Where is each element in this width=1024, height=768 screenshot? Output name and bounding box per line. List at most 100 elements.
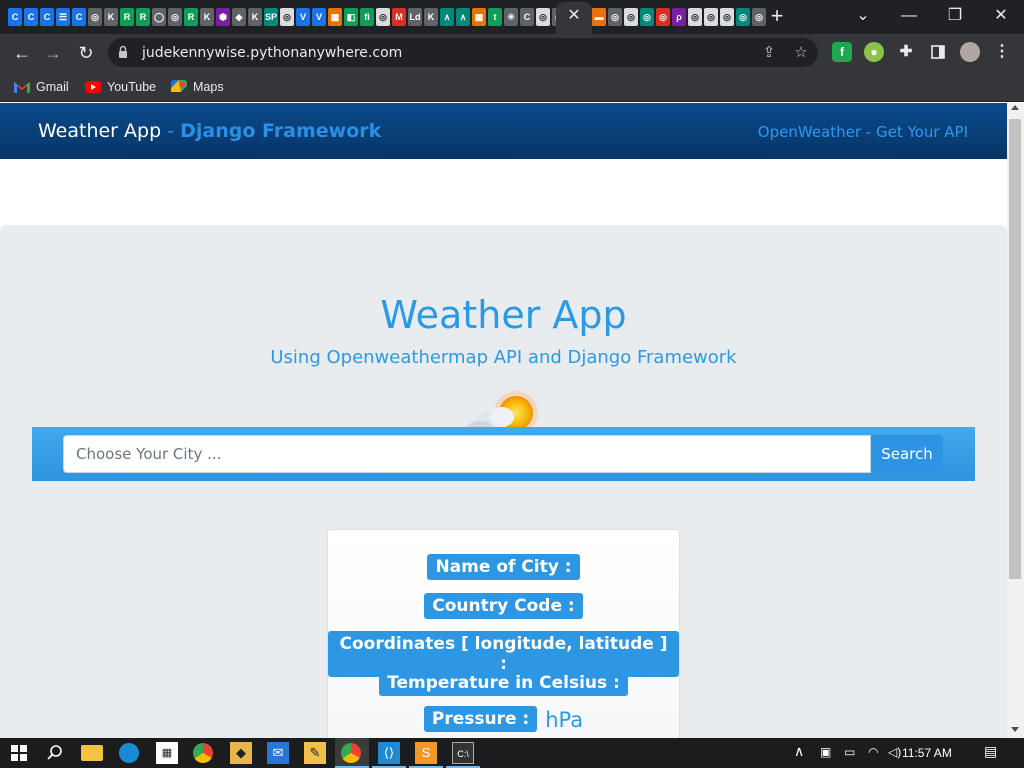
brand-link[interactable]: Weather App - Django Framework [38, 120, 381, 142]
restore-button[interactable]: ❐ [942, 4, 968, 28]
bookmark-star-icon[interactable]: ☆ [790, 42, 812, 64]
tab-favicon-icon[interactable]: K [104, 8, 118, 26]
extension-bulb-icon[interactable]: ● [864, 42, 884, 62]
tab-favicon-icon[interactable]: V [296, 8, 310, 26]
tab-favicon-icon[interactable]: ▬ [592, 8, 606, 26]
tab-favicon-icon[interactable]: ◎ [280, 8, 294, 26]
tab-favicon-icon[interactable]: M [392, 8, 406, 26]
page-scrollbar[interactable] [1007, 103, 1024, 738]
tab-favicon-icon[interactable]: ▦ [328, 8, 342, 26]
tab-favicon-icon[interactable]: C [72, 8, 86, 26]
tab-favicon-icon[interactable]: t [488, 8, 502, 26]
window-close-button[interactable]: ✕ [988, 4, 1014, 28]
sublime-icon[interactable]: S [415, 742, 437, 764]
tab-favicon-icon[interactable]: C [24, 8, 38, 26]
git-icon[interactable]: ◆ [230, 742, 252, 764]
tab-favicon-icon[interactable]: ◎ [376, 8, 390, 26]
tab-favicon-icon[interactable]: ◎ [736, 8, 750, 26]
scroll-thumb[interactable] [1009, 119, 1021, 579]
search-icon[interactable] [44, 742, 66, 764]
tab-favicon-icon[interactable]: ◧ [344, 8, 358, 26]
mail-icon[interactable]: ✉ [267, 742, 289, 764]
close-tab-icon[interactable]: ✕ [566, 6, 582, 26]
bookmark-maps[interactable]: Maps [171, 78, 224, 96]
minimize-button[interactable]: — [896, 4, 922, 28]
scroll-down-arrow-icon[interactable] [1011, 727, 1019, 732]
tab-favicon-icon[interactable]: ◎ [536, 8, 550, 26]
system-clock[interactable]: 11:57 AM [902, 746, 952, 760]
tab-favicon-icon[interactable]: ρ [672, 8, 686, 26]
meet-now-icon[interactable]: ▣ [820, 745, 831, 759]
file-explorer-icon[interactable] [81, 745, 103, 761]
scroll-up-arrow-icon[interactable] [1011, 105, 1019, 110]
tab-favicon-icon[interactable]: ◎ [688, 8, 702, 26]
tab-favicon-icon[interactable]: ◎ [608, 8, 622, 26]
tab-favicon-icon[interactable]: R [184, 8, 198, 26]
tab-favicon-icon[interactable]: fi [360, 8, 374, 26]
tray-overflow-icon[interactable]: ∧ [794, 743, 804, 760]
tab-favicon-icon[interactable]: ☰ [56, 8, 70, 26]
tab-favicon-icon[interactable]: ⬢ [216, 8, 230, 26]
back-button[interactable]: ← [9, 40, 35, 66]
bookmarks-bar: Gmail YouTube Maps [0, 72, 1024, 102]
tab-favicon-icon[interactable]: ◯ [152, 8, 166, 26]
side-panel-icon[interactable] [928, 42, 948, 62]
tab-favicon-icon[interactable]: K [248, 8, 262, 26]
notepad-icon[interactable]: ✎ [304, 742, 326, 764]
tab-favicon-icon[interactable]: Ld [408, 8, 422, 26]
city-search-input[interactable] [63, 435, 871, 473]
share-icon[interactable]: ⇪ [758, 42, 780, 64]
tab-favicon-icon[interactable]: ∧ [456, 8, 470, 26]
chrome-running-icon[interactable] [341, 743, 361, 763]
pressure-unit: hPa [545, 707, 584, 732]
tab-favicon-icon[interactable]: ◎ [624, 8, 638, 26]
tab-favicon-icon[interactable]: ◎ [752, 8, 766, 26]
store-icon[interactable]: ▦ [156, 742, 178, 764]
chrome-taskbar-icon[interactable] [193, 743, 213, 763]
tab-favicon-icon[interactable]: K [200, 8, 214, 26]
address-bar[interactable]: judekennywise.pythonanywhere.com ⇪ ☆ [108, 38, 818, 67]
volume-icon[interactable]: ◁) [888, 745, 901, 759]
browser-menu-icon[interactable]: ⋮ [992, 42, 1012, 62]
tab-favicon-icon[interactable]: ∧ [440, 8, 454, 26]
tab-favicon-icon[interactable]: C [40, 8, 54, 26]
tab-favicon-icon[interactable]: V [312, 8, 326, 26]
tab-favicon-icon[interactable]: C [520, 8, 534, 26]
terminal-icon[interactable]: C:\ [452, 742, 474, 764]
tab-favicon-icon[interactable]: R [120, 8, 134, 26]
profile-avatar[interactable] [960, 42, 980, 62]
tab-favicon-icon[interactable]: ✳ [504, 8, 518, 26]
tab-search-button[interactable]: ⌄ [850, 4, 876, 28]
windows-start-icon[interactable] [8, 742, 30, 764]
tab-favicon-icon[interactable]: ◎ [704, 8, 718, 26]
tab-favicon-icon[interactable]: ◎ [656, 8, 670, 26]
tab-favicon-icon[interactable]: ◎ [640, 8, 654, 26]
lock-icon[interactable] [118, 45, 128, 59]
extensions-puzzle-icon[interactable]: ✚ [896, 42, 916, 62]
sun-cloud-icon [468, 391, 538, 429]
bookmark-youtube[interactable]: YouTube [85, 78, 156, 96]
tab-favicon-icon[interactable]: K [424, 8, 438, 26]
forward-button[interactable]: → [40, 40, 66, 66]
tab-favicon-icon[interactable]: C [8, 8, 22, 26]
bookmark-gmail[interactable]: Gmail [14, 78, 69, 96]
tab-favicon-icon[interactable]: ◎ [720, 8, 734, 26]
tab-favicon-icon[interactable]: ◎ [88, 8, 102, 26]
extension-feedly-icon[interactable]: f [832, 42, 852, 62]
edge-icon[interactable] [119, 743, 139, 763]
new-tab-button[interactable]: + [766, 5, 788, 29]
openweather-api-link[interactable]: OpenWeather - Get Your API [758, 123, 968, 141]
battery-icon[interactable]: ▭ [844, 745, 855, 759]
notifications-icon[interactable]: ▤ [984, 743, 997, 760]
tab-favicon-icon[interactable]: SP [264, 8, 278, 26]
tab-favicon-icon[interactable]: ◎ [168, 8, 182, 26]
search-button[interactable]: Search [871, 435, 943, 473]
tab-favicon-icon[interactable]: R [136, 8, 150, 26]
vscode-icon[interactable]: ⟨⟩ [378, 742, 400, 764]
wifi-icon[interactable]: ◠ [868, 745, 878, 759]
reload-button[interactable]: ↻ [73, 40, 99, 66]
url-text[interactable]: judekennywise.pythonanywhere.com [142, 45, 402, 61]
tab-favicon-icon[interactable]: ▦ [472, 8, 486, 26]
tab-favicon-icon[interactable]: ◆ [232, 8, 246, 26]
city-label: Name of City : [427, 554, 580, 580]
